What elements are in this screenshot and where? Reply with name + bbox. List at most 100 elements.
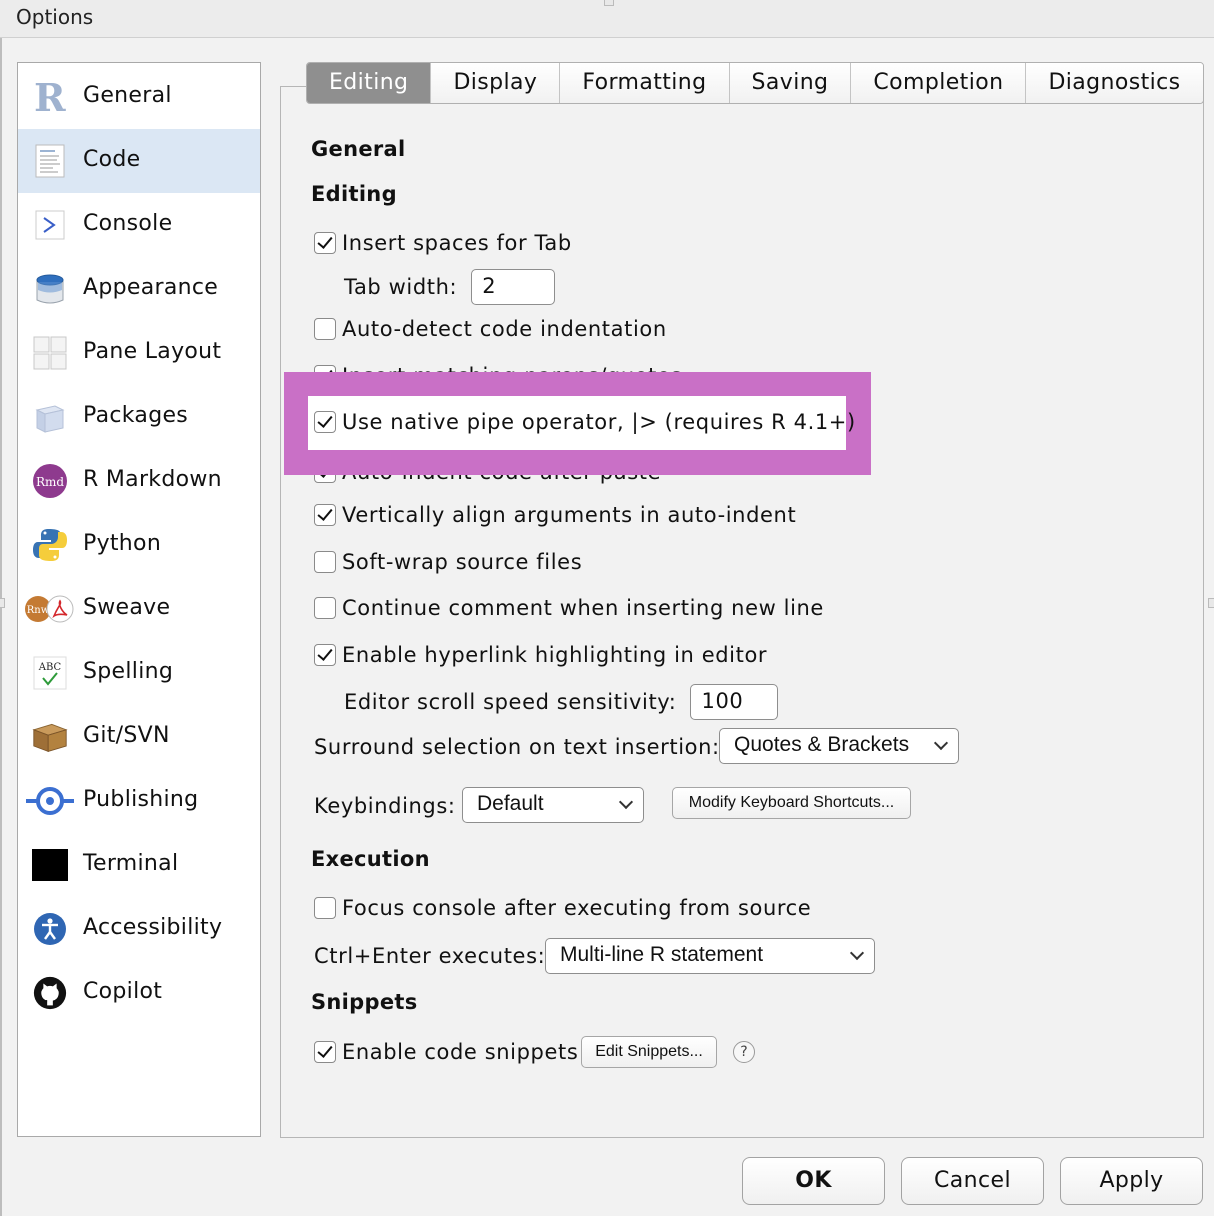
focus-console-checkbox[interactable]	[314, 897, 336, 919]
section-title-execution: Execution	[311, 847, 430, 871]
sidebar-item-label: Publishing	[83, 787, 199, 812]
enable-snippets-option[interactable]: Enable code snippets	[314, 1037, 578, 1067]
keybindings-dropdown[interactable]: Default	[462, 787, 644, 823]
section-title-editing: Editing	[311, 182, 397, 206]
resize-handle-top[interactable]	[604, 0, 614, 6]
sidebar-item-accessibility[interactable]: Accessibility	[18, 897, 260, 961]
continue-comment-option[interactable]: Continue comment when inserting new line	[314, 593, 824, 623]
insert-matching-checkbox[interactable]	[314, 364, 336, 372]
keybindings-row: Keybindings:	[314, 791, 456, 821]
sidebar-item-label: Copilot	[83, 979, 163, 1004]
paint-bucket-icon	[32, 271, 68, 307]
chevron-down-icon	[933, 735, 949, 751]
spellcheck-icon: ABC	[32, 655, 68, 691]
hyperlink-option[interactable]: Enable hyperlink highlighting in editor	[314, 640, 767, 670]
sidebar-item-general[interactable]: R General	[18, 65, 260, 129]
sidebar-item-label: Git/SVN	[83, 723, 170, 748]
auto-detect-checkbox[interactable]	[314, 318, 336, 340]
r-logo-icon: R	[32, 79, 68, 115]
tab-bar: Editing Display Formatting Saving Comple…	[306, 62, 1204, 104]
edit-snippets-button[interactable]: Edit Snippets...	[581, 1036, 717, 1068]
vertical-align-label: Vertically align arguments in auto-inden…	[342, 503, 797, 527]
ctrl-enter-dropdown[interactable]: Multi-line R statement	[545, 938, 875, 974]
native-pipe-option[interactable]: Use native pipe operator, |> (requires R…	[314, 407, 856, 437]
auto-indent-paste-label: Auto-indent code after paste	[342, 475, 661, 484]
tab-formatting[interactable]: Formatting	[560, 63, 730, 103]
sidebar-item-label: Sweave	[83, 595, 171, 620]
sidebar-item-packages[interactable]: Packages	[18, 385, 260, 449]
console-prompt-icon	[32, 207, 68, 243]
sweave-rnw-pdf-icon: Rnw	[24, 591, 74, 627]
accessibility-icon	[32, 911, 68, 947]
tab-saving[interactable]: Saving	[729, 63, 852, 103]
auto-detect-option[interactable]: Auto-detect code indentation	[314, 314, 667, 344]
apply-button[interactable]: Apply	[1060, 1157, 1203, 1205]
scroll-speed-input[interactable]: 100	[690, 684, 779, 720]
svg-text:R: R	[34, 79, 66, 115]
tab-diagnostics[interactable]: Diagnostics	[1026, 63, 1203, 103]
insert-spaces-checkbox[interactable]	[314, 232, 336, 254]
sidebar-item-spelling[interactable]: ABC Spelling	[18, 641, 260, 705]
sidebar-item-label: Spelling	[83, 659, 174, 684]
vertical-align-option[interactable]: Vertically align arguments in auto-inden…	[314, 500, 796, 530]
sidebar-item-python[interactable]: Python	[18, 513, 260, 577]
surround-selection-dropdown[interactable]: Quotes & Brackets	[719, 728, 959, 764]
auto-indent-paste-checkbox[interactable]	[314, 475, 336, 483]
sidebar-item-git-svn[interactable]: Git/SVN	[18, 705, 260, 769]
enable-snippets-checkbox[interactable]	[314, 1041, 336, 1063]
sidebar-item-publishing[interactable]: Publishing	[18, 769, 260, 833]
vertical-align-checkbox[interactable]	[314, 504, 336, 526]
native-pipe-label: Use native pipe operator, |> (requires R…	[342, 410, 856, 434]
sidebar-item-sweave[interactable]: Rnw Sweave	[18, 577, 260, 641]
modify-keyboard-shortcuts-button[interactable]: Modify Keyboard Shortcuts...	[672, 787, 911, 819]
tab-editing[interactable]: Editing	[307, 63, 432, 103]
sidebar-item-copilot[interactable]: Copilot	[18, 961, 260, 1025]
sidebar-item-label: Console	[83, 211, 173, 236]
resize-handle-right[interactable]	[1208, 598, 1214, 608]
sidebar-item-label: Code	[83, 147, 141, 172]
sidebar-item-appearance[interactable]: Appearance	[18, 257, 260, 321]
tab-width-row: Tab width: 2	[344, 269, 556, 305]
sidebar-item-label: Appearance	[83, 275, 219, 300]
cancel-button[interactable]: Cancel	[901, 1157, 1044, 1205]
python-logo-icon	[32, 527, 68, 563]
sidebar-item-console[interactable]: Console	[18, 193, 260, 257]
insert-spaces-option[interactable]: Insert spaces for Tab	[314, 228, 572, 258]
chevron-down-icon	[618, 794, 634, 810]
ctrl-enter-value: Multi-line R statement	[560, 943, 764, 966]
ctrl-enter-row: Ctrl+Enter executes:	[314, 941, 545, 971]
surround-selection-row: Surround selection on text insertion:	[314, 732, 720, 762]
hyperlink-checkbox[interactable]	[314, 644, 336, 666]
auto-indent-paste-option[interactable]: Auto-indent code after paste	[314, 475, 661, 486]
sidebar-item-label: Packages	[83, 403, 189, 428]
resize-handle-left[interactable]	[0, 598, 5, 608]
continue-comment-checkbox[interactable]	[314, 597, 336, 619]
sidebar-item-label: Python	[83, 531, 162, 556]
tab-width-input[interactable]: 2	[471, 269, 556, 305]
tab-display[interactable]: Display	[431, 63, 561, 103]
pane-layout-icon	[32, 335, 68, 371]
abc-icon-text: ABC	[38, 662, 62, 673]
soft-wrap-checkbox[interactable]	[314, 551, 336, 573]
focus-console-option[interactable]: Focus console after executing from sourc…	[314, 893, 811, 923]
native-pipe-checkbox[interactable]	[314, 411, 336, 433]
keybindings-value: Default	[477, 792, 544, 815]
tab-completion[interactable]: Completion	[851, 63, 1027, 103]
rmd-badge-icon: Rmd	[32, 463, 68, 499]
help-icon[interactable]: ?	[733, 1041, 755, 1063]
sidebar-item-code[interactable]: Code	[18, 129, 260, 193]
surround-selection-value: Quotes & Brackets	[734, 733, 910, 756]
soft-wrap-option[interactable]: Soft-wrap source files	[314, 547, 582, 577]
sidebar-item-r-markdown[interactable]: Rmd R Markdown	[18, 449, 260, 513]
sidebar-item-terminal[interactable]: Terminal	[18, 833, 260, 897]
publishing-icon	[26, 783, 74, 819]
chevron-down-icon	[849, 945, 865, 961]
sidebar-item-label: General	[83, 83, 172, 108]
tab-width-label: Tab width:	[344, 275, 458, 299]
surround-selection-label: Surround selection on text insertion:	[314, 735, 720, 759]
package-cube-icon	[32, 399, 68, 435]
ok-button[interactable]: OK	[742, 1157, 885, 1205]
sidebar-item-pane-layout[interactable]: Pane Layout	[18, 321, 260, 385]
insert-matching-option[interactable]: Insert matching parens/quotes	[314, 361, 682, 372]
github-logo-icon	[32, 975, 68, 1011]
